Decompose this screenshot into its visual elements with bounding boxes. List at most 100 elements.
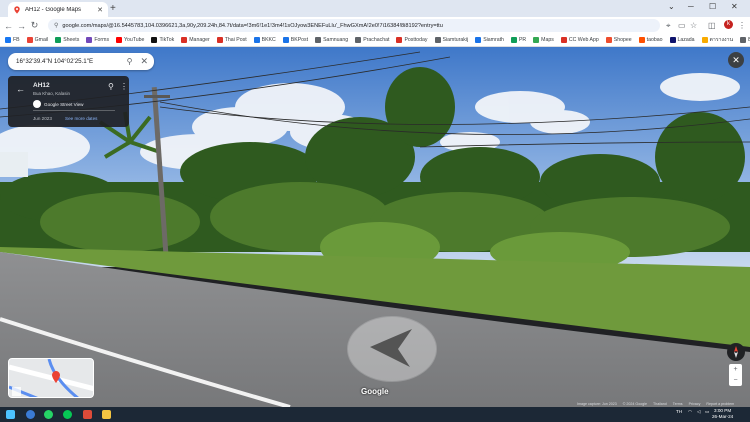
bookmark-label: Maps: [541, 37, 554, 43]
profile-avatar[interactable]: k: [724, 20, 733, 29]
bookmark-favicon-icon: [533, 37, 540, 43]
zoom-controls: + −: [729, 364, 742, 386]
compass-icon[interactable]: [727, 343, 745, 361]
bookmark-item[interactable]: Bing create: [740, 37, 750, 43]
volume-icon[interactable]: ◁: [697, 409, 700, 415]
bookmark-item[interactable]: BKPost: [282, 37, 309, 43]
map-footer: Image capture: Jun 2023 © 2024 Google Thai…: [577, 402, 740, 406]
zoom-in-button[interactable]: +: [729, 364, 742, 375]
bookmark-label: BKPost: [290, 37, 309, 43]
bookmark-label: Manager: [189, 37, 210, 43]
menu-kebab-icon[interactable]: ⋮: [738, 21, 746, 30]
bookmark-label: ตารางงาน: [709, 37, 734, 43]
bookmark-item[interactable]: Shopee: [605, 37, 632, 43]
bookmark-item[interactable]: Gmail: [26, 37, 48, 43]
bookmark-item[interactable]: PR: [510, 37, 526, 43]
bookmark-label: Samnuang: [323, 37, 349, 43]
provider-name: Google Street View: [44, 101, 84, 107]
windows-start-icon[interactable]: [6, 410, 15, 419]
bookmark-star-icon[interactable]: ☆: [690, 21, 697, 30]
tab-search-icon[interactable]: ⌄: [668, 2, 675, 11]
bookmark-item[interactable]: Prachachat: [355, 37, 389, 43]
back-arrow-icon[interactable]: ←: [2, 21, 15, 31]
bookmark-item[interactable]: Lazada: [669, 37, 695, 43]
input-language[interactable]: TH: [676, 409, 682, 414]
bookmark-favicon-icon: [26, 37, 33, 43]
bookmark-item[interactable]: Forms: [86, 37, 109, 43]
line-app-icon[interactable]: [63, 410, 72, 419]
battery-icon[interactable]: ▭: [705, 409, 709, 415]
bookmark-item[interactable]: Thai Post: [216, 37, 247, 43]
bookmark-label: Forms: [94, 37, 110, 43]
browser-toolbar: ← → ↻ ⚲ google.com/maps/@16.5445783,104.…: [0, 17, 750, 34]
bookmark-item[interactable]: YouTube: [116, 37, 144, 43]
bookmark-favicon-icon: [355, 37, 362, 43]
search-icon[interactable]: ⚲: [127, 57, 133, 66]
bookmark-item[interactable]: Sheets: [55, 37, 79, 43]
edge-browser-icon[interactable]: [26, 410, 35, 419]
minimap[interactable]: [8, 358, 94, 398]
bookmark-favicon-icon: [638, 37, 645, 43]
expand-map-icon: [12, 387, 21, 396]
search-input[interactable]: 16°32'39.4"N 104°02'25.1"E: [16, 58, 127, 65]
bookmark-favicon-icon: [151, 37, 158, 43]
map-footer-item[interactable]: Report a problem: [706, 402, 734, 406]
url-text: google.com/maps/@16.5445783,104.0396621,…: [62, 22, 443, 29]
see-more-dates-link[interactable]: See more dates: [65, 116, 97, 121]
system-clock[interactable]: 3:00 PM 26-Mar-24: [712, 408, 733, 420]
tab-strip: AH12 - Google Maps ✕ + ⌄ ─ ☐ ✕: [0, 0, 750, 17]
place-name: AH12: [33, 82, 50, 89]
close-window-button[interactable]: ✕: [731, 2, 738, 11]
bookmark-item[interactable]: Maps: [533, 37, 554, 43]
new-tab-button[interactable]: +: [110, 3, 116, 14]
bookmark-label: Prachachat: [363, 37, 390, 43]
bookmark-item[interactable]: Siamturakij: [434, 37, 468, 43]
street-view-info-card: ← AH12 Bua Khao, Kalasin Google Street V…: [8, 76, 129, 127]
street-view-viewport[interactable]: 16°32'39.4"N 104°02'25.1"E ⚲ ✕ ← AH12 Bu…: [0, 47, 750, 407]
close-street-view-button[interactable]: ✕: [728, 52, 744, 68]
file-explorer-icon[interactable]: [102, 410, 111, 419]
map-footer-item: Image capture: Jun 2023: [577, 402, 617, 406]
bookmark-item[interactable]: Posttoday: [396, 37, 428, 43]
bookmark-favicon-icon: [434, 37, 441, 43]
address-bar[interactable]: ⚲ google.com/maps/@16.5445783,104.039662…: [48, 19, 660, 32]
zoom-out-button[interactable]: −: [729, 375, 742, 386]
browser-tab[interactable]: AH12 - Google Maps ✕: [8, 2, 108, 17]
back-arrow-icon[interactable]: ←: [16, 84, 25, 94]
map-pin-icon[interactable]: ⚲: [108, 82, 114, 91]
bookmark-item[interactable]: FB: [5, 37, 20, 43]
bookmark-item[interactable]: Samnuang: [315, 37, 348, 43]
bookmark-favicon-icon: [282, 37, 289, 43]
map-footer-item[interactable]: Terms: [673, 402, 683, 406]
more-options-icon[interactable]: ⋮: [120, 82, 128, 91]
bookmark-favicon-icon: [86, 37, 93, 43]
bookmark-label: Shopee: [613, 37, 632, 43]
bookmark-item[interactable]: Siamrath: [475, 37, 504, 43]
bookmark-item[interactable]: Manager: [181, 37, 210, 43]
sidepanel-icon[interactable]: ◫: [708, 21, 716, 30]
map-footer-item[interactable]: Privacy: [689, 402, 701, 406]
maximize-button[interactable]: ☐: [709, 2, 716, 11]
search-box[interactable]: 16°32'39.4"N 104°02'25.1"E ⚲ ✕: [8, 53, 154, 70]
wifi-icon[interactable]: ◠: [688, 409, 692, 415]
tab-close-icon[interactable]: ✕: [97, 6, 103, 14]
site-info-icon[interactable]: ⚲: [54, 22, 58, 29]
bookmark-item[interactable]: BKKC: [253, 37, 276, 43]
reload-icon[interactable]: ↻: [28, 20, 41, 31]
location-icon[interactable]: ⌖: [666, 21, 671, 31]
whatsapp-icon[interactable]: [44, 410, 53, 419]
clear-search-icon[interactable]: ✕: [140, 56, 148, 67]
bookmark-favicon-icon: [5, 37, 11, 43]
google-maps-favicon-icon: [14, 5, 20, 14]
capture-date: Jun 2023: [33, 116, 52, 121]
bookmark-item[interactable]: TikTok: [151, 37, 174, 43]
cast-icon[interactable]: ▭: [678, 21, 686, 30]
bookmark-favicon-icon: [669, 37, 676, 43]
bookmark-item[interactable]: ตารางงาน: [701, 36, 734, 44]
forward-arrow-icon[interactable]: →: [15, 21, 28, 31]
provider-label: Google Street View: [33, 100, 84, 108]
minimize-button[interactable]: ─: [688, 2, 694, 11]
bookmark-item[interactable]: taobao: [638, 37, 663, 43]
chrome-taskbar-icon[interactable]: [83, 410, 92, 419]
bookmark-item[interactable]: CC Web App: [560, 37, 599, 43]
